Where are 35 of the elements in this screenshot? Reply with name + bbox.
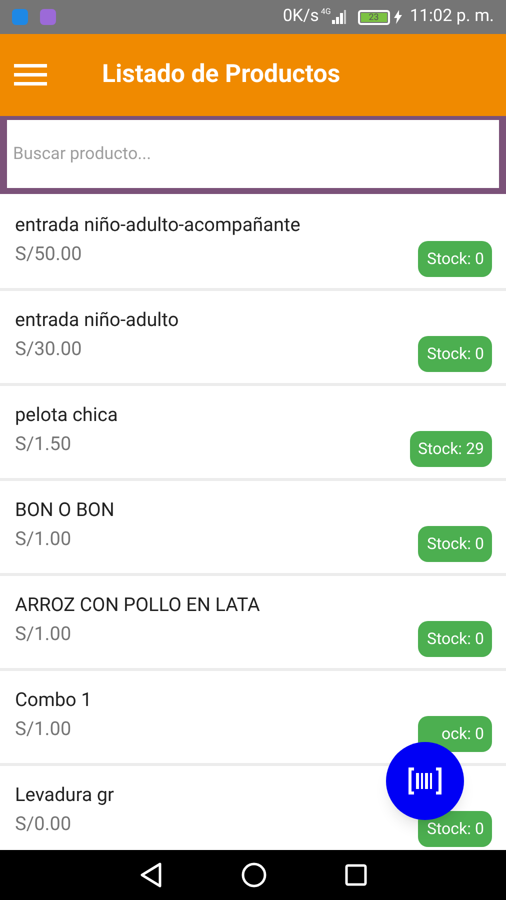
network-type: 4G xyxy=(320,6,331,18)
app-bar-title: Listado de Productos xyxy=(102,59,340,92)
product-price: S/0.00 xyxy=(15,811,72,837)
back-icon[interactable] xyxy=(139,862,163,888)
stock-badge: Stock: 0 xyxy=(418,811,492,847)
product-price: S/1.50 xyxy=(15,431,72,457)
stock-badge: Stock: 0 xyxy=(418,621,492,657)
product-price: S/50.00 xyxy=(15,241,82,267)
stock-badge: Stock: 0 xyxy=(418,336,492,372)
product-price: S/30.00 xyxy=(15,336,82,362)
product-name: BON O BON xyxy=(15,497,114,523)
product-price: S/1.00 xyxy=(15,716,72,742)
network-speed: 0K/s xyxy=(282,5,319,28)
battery-icon: 23 xyxy=(358,10,390,24)
product-name: Levadura gr xyxy=(15,782,114,808)
stock-badge: Stock: 0 xyxy=(418,241,492,277)
stock-badge: Stock: 29 xyxy=(410,431,492,467)
product-price: S/1.00 xyxy=(15,621,72,647)
signal-icon xyxy=(332,10,346,24)
stock-badge: Stock: 0 xyxy=(418,526,492,562)
product-price: S/1.00 xyxy=(15,526,72,552)
app-notification-icon xyxy=(12,9,28,25)
product-name: ARROZ CON POLLO EN LATA xyxy=(15,592,260,618)
search-field[interactable]: Buscar producto... xyxy=(7,120,499,188)
home-icon[interactable] xyxy=(241,862,267,888)
clock: 11:02 p. m. xyxy=(410,5,494,28)
product-name: entrada niño-adulto-acompañante xyxy=(15,212,300,238)
product-name: entrada niño-adulto xyxy=(15,307,179,333)
product-name: pelota chica xyxy=(15,402,118,428)
barcode-icon xyxy=(408,767,442,795)
stock-badge: ock: 0 xyxy=(418,716,492,752)
app-notification-icon xyxy=(40,9,56,25)
product-name: Combo 1 xyxy=(15,687,92,713)
recents-icon[interactable] xyxy=(345,864,367,886)
charging-icon xyxy=(394,10,402,24)
